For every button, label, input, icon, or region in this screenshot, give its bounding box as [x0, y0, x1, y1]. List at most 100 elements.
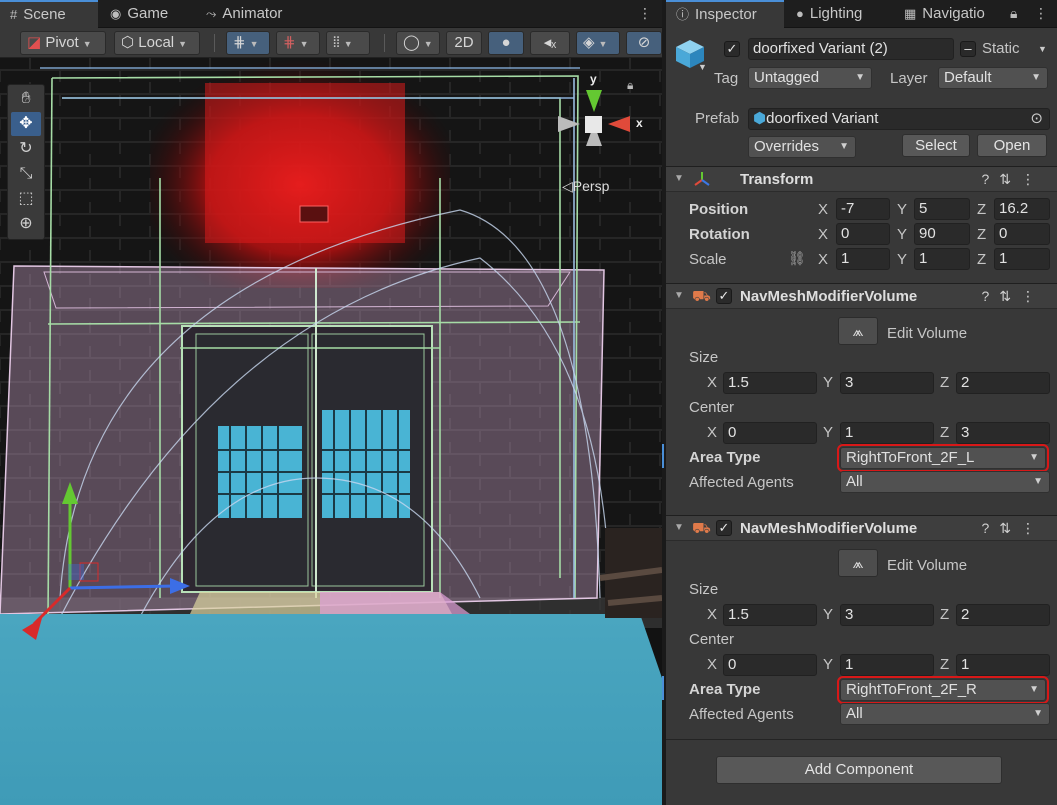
kebab-menu-icon[interactable]: ⋮	[1021, 520, 1045, 536]
volume-1-center-z[interactable]: 3	[956, 422, 1050, 444]
toggle-2d-button[interactable]: 2D	[446, 31, 482, 55]
lock-icon[interactable]: 🔒︎	[627, 78, 633, 93]
volume-1-center-x[interactable]: 0	[723, 422, 817, 444]
volume-1-size-x[interactable]: 1.5	[723, 372, 817, 394]
rotation-x-field[interactable]: 0	[836, 223, 890, 245]
transform-title: Transform	[740, 171, 814, 188]
pivot-dropdown[interactable]: ◪ Pivot ▼	[20, 31, 106, 55]
edit-volume-button[interactable]: ⩕	[838, 549, 878, 577]
audio-toggle[interactable]: ◂ₓ	[530, 31, 570, 55]
component-header-icons[interactable]: ?⇅⋮	[981, 520, 1045, 537]
edit-volume-button[interactable]: ⩕	[838, 317, 878, 345]
scene-menu-icon[interactable]: ⋮	[638, 5, 652, 22]
navmesh-volume-1-header[interactable]: ▼ ⛟ ✓ NavMeshModifierVolume ?⇅⋮	[666, 283, 1057, 309]
volume-1-size-y[interactable]: 3	[840, 372, 934, 394]
volume-2-center-y[interactable]: 1	[840, 654, 934, 676]
axis-x-label: X	[818, 201, 829, 218]
rotate-tool[interactable]: ↻	[11, 137, 41, 161]
component-header-icons[interactable]: ?⇅⋮	[981, 288, 1045, 305]
tab-animator[interactable]: ⤳ Animator	[196, 0, 306, 28]
effects-toggle[interactable]: ◈ ▼	[576, 31, 620, 55]
scene-viewport[interactable]: y x 🔒︎ ✋︎ ✥ ↻ ⤡ ⬚ ⊕ ◁Persp	[0, 58, 662, 805]
tab-inspector[interactable]: ⓘ Inspector	[666, 0, 784, 28]
position-x-field[interactable]: -7	[836, 198, 890, 220]
position-z-field[interactable]: 16.2	[994, 198, 1050, 220]
static-dropdown-caret[interactable]: ▼	[1038, 44, 1047, 54]
tab-lighting[interactable]: ● Lighting	[786, 0, 894, 28]
link-icon[interactable]: ⛓	[788, 250, 806, 267]
rotation-z-field[interactable]: 0	[994, 223, 1050, 245]
volume-1-area-type-dropdown[interactable]: RightToFront_2F_L ▼	[837, 444, 1049, 472]
scale-z-field[interactable]: 1	[994, 248, 1050, 270]
icon-dropdown-caret[interactable]: ▼	[698, 62, 707, 72]
grid-snap-button[interactable]: ⋕ ▼	[226, 31, 270, 55]
volume-2-area-type-dropdown[interactable]: RightToFront_2F_R ▼	[837, 676, 1049, 704]
help-icon[interactable]: ?	[981, 520, 999, 536]
center-label: Center	[689, 399, 735, 416]
volume-2-center-z[interactable]: 1	[956, 654, 1050, 676]
visibility-toggle[interactable]: ⊘	[626, 31, 662, 55]
rotation-y-field[interactable]: 90	[914, 223, 970, 245]
preset-icon[interactable]: ⇅	[999, 288, 1021, 304]
overrides-dropdown[interactable]: Overrides ▼	[748, 136, 856, 158]
prefab-field[interactable]: ⬢doorfixed Variant ⊙	[748, 108, 1050, 130]
add-component-button[interactable]: Add Component	[716, 756, 1002, 784]
ruler-button[interactable]: ⦙⦙ ▼	[326, 31, 370, 55]
grid-icon: #	[10, 7, 18, 22]
volume-1-enabled-checkbox[interactable]: ✓	[716, 288, 732, 304]
preset-icon[interactable]: ⇅	[999, 171, 1021, 187]
volume-2-center-x[interactable]: 0	[723, 654, 817, 676]
volume-2-size-y[interactable]: 3	[840, 604, 934, 626]
increment-snap-button[interactable]: ⋕ ▼	[276, 31, 320, 55]
axis-x-label: X	[818, 251, 829, 268]
hand-tool[interactable]: ✋︎	[11, 87, 41, 111]
tab-scene[interactable]: # Scene	[0, 0, 98, 28]
rect-tool[interactable]: ⬚	[11, 187, 41, 211]
gameobject-name-field[interactable]: doorfixed Variant (2)	[748, 38, 954, 60]
select-button[interactable]: Select	[902, 134, 970, 157]
transform-header[interactable]: ▼ Transform ?⇅⋮	[666, 166, 1057, 192]
navmesh-modifier-icon: ⛟	[692, 520, 711, 537]
scale-tool[interactable]: ⤡	[11, 162, 41, 186]
kebab-menu-icon[interactable]: ⋮	[1021, 171, 1045, 187]
chevron-down-icon: ▼	[1031, 72, 1041, 83]
volume-2-agents-dropdown[interactable]: All ▼	[840, 703, 1050, 725]
volume-2-enabled-checkbox[interactable]: ✓	[716, 520, 732, 536]
volume-1-center-y[interactable]: 1	[840, 422, 934, 444]
static-checkbox[interactable]: –	[960, 41, 976, 57]
size-label: Size	[689, 349, 719, 366]
axis-z-label: Z	[940, 656, 950, 673]
navmesh-volume-2-header[interactable]: ▼ ⛟ ✓ NavMeshModifierVolume ?⇅⋮	[666, 515, 1057, 541]
lock-icon[interactable]: 🔒︎	[1010, 5, 1017, 22]
scale-x-field[interactable]: 1	[836, 248, 890, 270]
component-header-icons[interactable]: ?⇅⋮	[981, 171, 1045, 188]
volume-1-agents-dropdown[interactable]: All ▼	[840, 471, 1050, 493]
kebab-menu-icon[interactable]: ⋮	[1021, 288, 1045, 304]
volume-1-size-z[interactable]: 2	[956, 372, 1050, 394]
lighting-toggle[interactable]: ●	[488, 31, 524, 55]
volume-2-size-x[interactable]: 1.5	[723, 604, 817, 626]
object-picker-icon[interactable]: ⊙	[1030, 109, 1043, 129]
tab-game[interactable]: ◉ Game	[100, 0, 196, 28]
volume-2-size-z[interactable]: 2	[956, 604, 1050, 626]
move-tool[interactable]: ✥	[11, 112, 41, 136]
scene-render	[0, 58, 662, 805]
transform-tool[interactable]: ⊕	[11, 212, 41, 236]
open-button[interactable]: Open	[977, 134, 1047, 157]
draw-mode-button[interactable]: ◯ ▼	[396, 31, 440, 55]
tag-dropdown[interactable]: Untagged ▼	[748, 67, 872, 89]
layer-dropdown[interactable]: Default ▼	[938, 67, 1048, 89]
help-icon[interactable]: ?	[981, 171, 999, 187]
foldout-arrow-icon: ▼	[674, 173, 684, 184]
space-dropdown[interactable]: ⬡ Local ▼	[114, 31, 200, 55]
inspector-menu-icon[interactable]: ⋮	[1034, 5, 1048, 22]
tab-navigation[interactable]: ▦ Navigatio	[894, 0, 1006, 28]
active-checkbox[interactable]: ✓	[724, 41, 740, 57]
scale-y-field[interactable]: 1	[914, 248, 970, 270]
preset-icon[interactable]: ⇅	[999, 520, 1021, 536]
rotation-label: Rotation	[689, 226, 750, 243]
position-y-field[interactable]: 5	[914, 198, 970, 220]
pivot-icon: ◪	[27, 34, 42, 51]
help-icon[interactable]: ?	[981, 288, 999, 304]
persp-label[interactable]: ◁Persp	[562, 178, 609, 195]
